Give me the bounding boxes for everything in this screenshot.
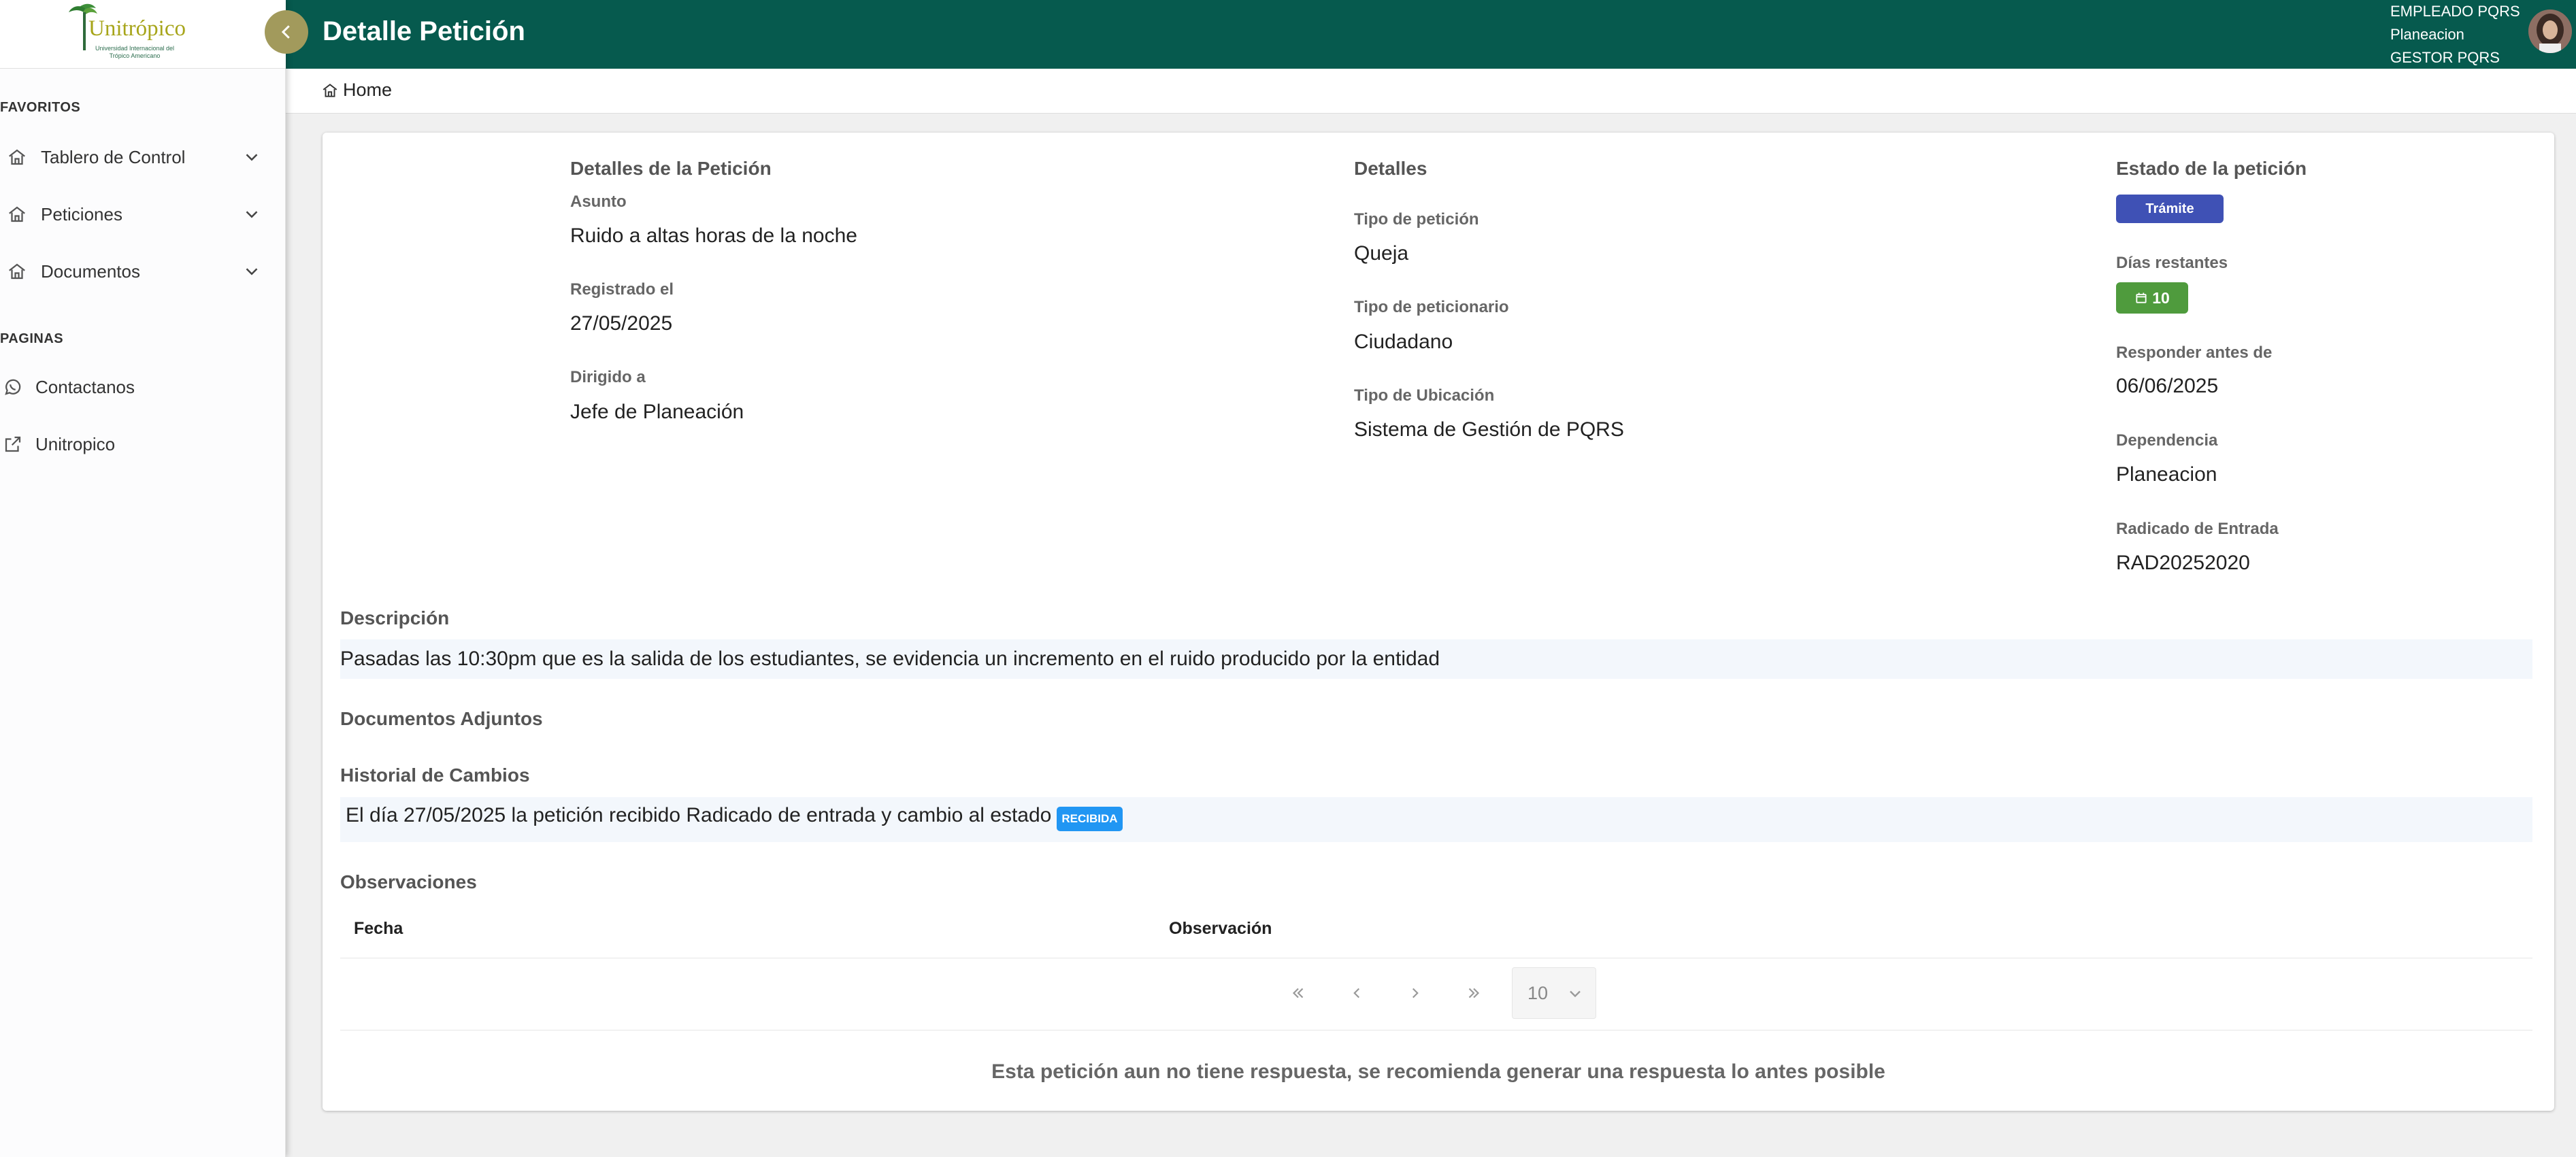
prev-page-button[interactable]: [1343, 979, 1370, 1007]
historial-title: Historial de Cambios: [340, 765, 530, 786]
status-title: Estado de la petición: [2116, 158, 2307, 179]
dias-restantes-label: Días restantes: [2116, 254, 2228, 272]
no-response-message: Esta petición aun no tiene respuesta, se…: [991, 1060, 1885, 1083]
home-icon: [9, 263, 25, 280]
sidebar-item-contactanos[interactable]: Contactanos: [0, 367, 272, 407]
sidebar-item-label: Documentos: [41, 261, 140, 282]
section-paginas: PAGINAS: [0, 331, 64, 346]
page-size-select[interactable]: 10: [1512, 967, 1596, 1019]
dirigido-value: Jefe de Planeación: [570, 401, 744, 423]
sidebar-item-documentos[interactable]: Documentos: [0, 251, 272, 292]
descripcion-title: Descripción: [340, 607, 450, 628]
column-header-fecha[interactable]: Fecha: [354, 919, 403, 939]
chevron-down-icon: [246, 211, 258, 218]
logo-text: Unitrópico: [88, 16, 186, 41]
user-photo-icon: [2528, 10, 2572, 53]
registrado-label: Registrado el: [570, 280, 674, 299]
tipo-ubicacion-label: Tipo de Ubicación: [1354, 386, 1495, 405]
first-page-button[interactable]: [1285, 979, 1312, 1007]
breadcrumb-home-label: Home: [343, 80, 393, 100]
tipo-peticionario-value: Ciudadano: [1354, 331, 1453, 353]
sidebar-item-label: Unitropico: [35, 433, 116, 454]
sidebar-item-label: Peticiones: [41, 203, 122, 224]
asunto-value: Ruido a altas horas de la noche: [570, 224, 857, 247]
dependencia-label: Dependencia: [2116, 431, 2218, 450]
breadcrumb-home[interactable]: Home: [321, 80, 392, 101]
sidebar-item-peticiones[interactable]: Peticiones: [0, 194, 272, 235]
dependencia-value: Planeacion: [2116, 463, 2217, 486]
page-title: Detalle Petición: [323, 16, 525, 46]
user-dependency: Planeacion: [2390, 26, 2464, 43]
chevron-left-icon: [281, 25, 290, 39]
next-page-button[interactable]: [1402, 979, 1429, 1007]
chevron-right-icon: [1412, 988, 1419, 999]
chevron-down-icon: [246, 154, 258, 161]
logo: Unitrópico Universidad Internacional del…: [0, 0, 286, 69]
chevrons-right-icon: [1468, 988, 1480, 999]
breadcrumb: Home: [286, 69, 2576, 114]
tipo-peticion-value: Queja: [1354, 242, 1409, 265]
chevron-down-icon: [246, 268, 258, 275]
home-icon: [9, 206, 25, 222]
sidebar-item-label: Contactanos: [35, 376, 135, 397]
user-info: EMPLEADO PQRS Planeacion GESTOR PQRS: [2390, 0, 2520, 69]
days-remaining-badge: 10: [2116, 282, 2188, 314]
sidebar-item-label: Tablero de Control: [41, 146, 186, 167]
avatar[interactable]: [2528, 10, 2572, 53]
responder-value: 06/06/2025: [2116, 375, 2219, 397]
page-size-value: 10: [1528, 982, 1549, 1003]
home-icon: [9, 149, 25, 165]
user-role: EMPLEADO PQRS: [2390, 3, 2520, 20]
documentos-adjuntos-title: Documentos Adjuntos: [340, 708, 543, 729]
tipo-peticion-label: Tipo de petición: [1354, 210, 1479, 229]
whatsapp-icon: [5, 379, 21, 395]
tipo-ubicacion-value: Sistema de Gestión de PQRS: [1354, 418, 1624, 441]
last-page-button[interactable]: [1460, 979, 1487, 1007]
sidebar-item-tablero[interactable]: Tablero de Control: [0, 137, 272, 178]
asunto-label: Asunto: [570, 192, 627, 211]
radicado-value: RAD20252020: [2116, 552, 2250, 574]
responder-label: Responder antes de: [2116, 343, 2273, 362]
column-header-observacion[interactable]: Observación: [1169, 919, 1272, 939]
details-mid-title: Detalles: [1354, 158, 1427, 179]
description-text: Pasadas las 10:30pm que es la salida de …: [340, 648, 1440, 670]
sidebar-item-unitropico[interactable]: Unitropico: [0, 424, 272, 465]
top-header: [286, 0, 2576, 69]
observaciones-title: Observaciones: [340, 871, 477, 892]
tipo-peticionario-label: Tipo de peticionario: [1354, 298, 1509, 316]
home-icon: [323, 83, 337, 97]
calendar-icon: [2136, 292, 2147, 303]
collapse-sidebar-button[interactable]: [265, 10, 308, 54]
history-entry: El día 27/05/2025 la petición recibido R…: [346, 804, 1123, 831]
logo-subtitle: Universidad Internacional del Trópico Am…: [95, 45, 175, 59]
chevron-down-icon: [1570, 990, 1581, 998]
details-left-title: Detalles de la Petición: [570, 158, 772, 179]
external-link-icon: [5, 436, 21, 452]
dirigido-label: Dirigido a: [570, 368, 646, 386]
radicado-label: Radicado de Entrada: [2116, 520, 2279, 538]
chevron-left-icon: [1353, 988, 1360, 999]
chevrons-left-icon: [1292, 988, 1304, 999]
status-badge-recibida: RECIBIDA: [1057, 806, 1123, 831]
history-entry-text: El día 27/05/2025 la petición recibido R…: [346, 804, 1052, 826]
sidebar: Unitrópico Universidad Internacional del…: [0, 0, 286, 1157]
section-favoritos: FAVORITOS: [0, 100, 81, 115]
petition-detail-card: Detalles de la Petición Asunto Ruido a a…: [323, 133, 2554, 1111]
days-remaining-value: 10: [2152, 288, 2170, 307]
user-profile: GESTOR PQRS: [2390, 49, 2500, 66]
status-badge: Trámite: [2116, 195, 2224, 223]
registrado-value: 27/05/2025: [570, 312, 673, 335]
